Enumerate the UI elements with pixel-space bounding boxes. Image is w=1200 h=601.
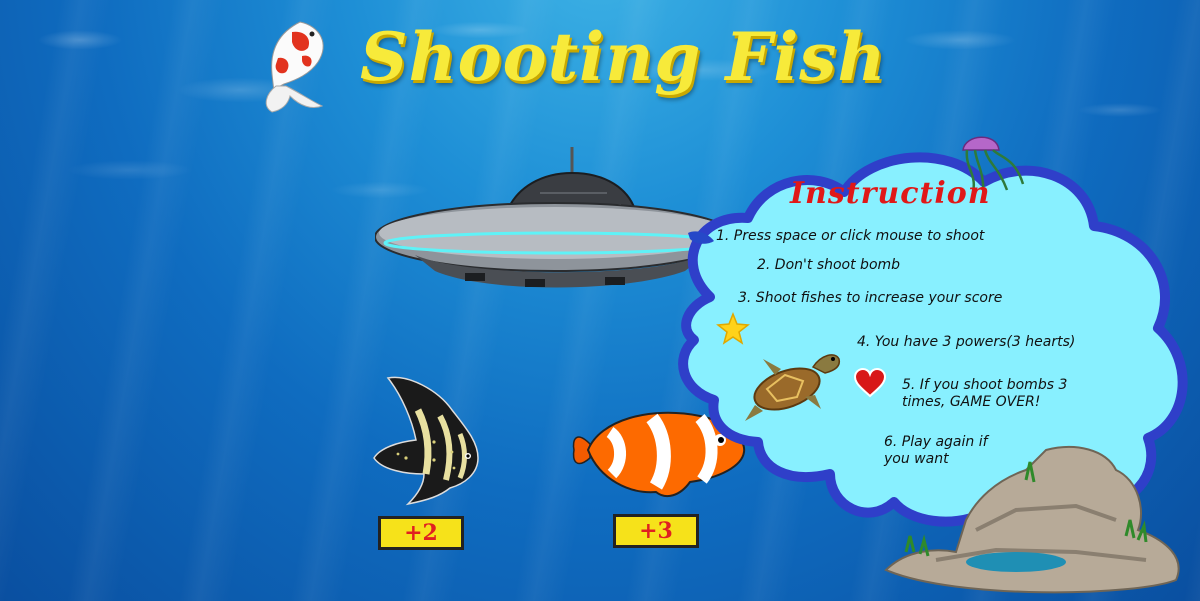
instruction-item: 2. Don't shoot bomb (757, 257, 901, 273)
heart-icon (853, 368, 887, 398)
instruction-item: 4. You have 3 powers(3 hearts) (857, 334, 1076, 350)
angelfish-score-badge: +2 (378, 516, 464, 550)
rocks-icon (884, 446, 1180, 594)
instruction-item: 5. If you shoot bombs 3 times, GAME OVER… (902, 377, 1068, 410)
star-icon (716, 312, 750, 345)
turtle-icon (745, 354, 841, 421)
instruction-item: 3. Shoot fishes to increase your score (738, 290, 1003, 306)
blue-fish-icon (688, 231, 714, 244)
angelfish-icon[interactable] (368, 370, 488, 510)
instruction-heading: Instruction (790, 176, 991, 211)
instruction-item: 1. Press space or click mouse to shoot (716, 228, 985, 244)
game-title: Shooting Fish (360, 18, 887, 96)
game-scene[interactable]: Shooting Fish +2 +3 Instruction 1. Press… (0, 0, 1200, 601)
koi-icon (265, 21, 324, 113)
